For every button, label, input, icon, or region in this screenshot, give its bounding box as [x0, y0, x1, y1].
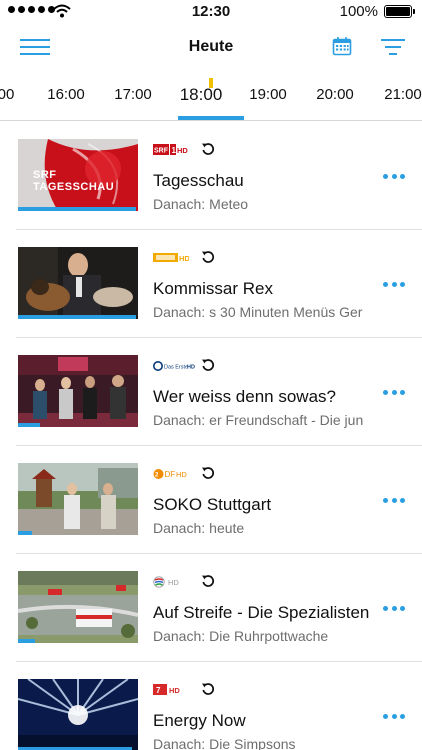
channel-logo: Das Erste HD [153, 359, 197, 373]
channel-logo: 2 DF HD [153, 467, 189, 481]
program-title: Auf Streife - Die Spezialisten [153, 603, 370, 622]
replay-icon [202, 575, 215, 587]
next-program: Danach: er Freundschaft - Die jun [153, 412, 364, 428]
svg-text:HD: HD [177, 146, 188, 155]
time-tick[interactable]: 21:00 [384, 86, 422, 103]
program-title: Tagesschau [153, 171, 244, 190]
program-title: Kommissar Rex [153, 279, 273, 298]
time-tick[interactable]: 19:00 [249, 86, 287, 103]
program-thumbnail: SRF TAGESSCHAU [18, 139, 138, 211]
program-thumbnail [18, 571, 138, 643]
next-program: Danach: heute [153, 520, 245, 536]
program-thumbnail [18, 463, 138, 535]
program-thumbnail [18, 355, 138, 427]
progress-bar [18, 207, 136, 211]
program-row[interactable]: HD Auf Streife - Die Spezialisten Danach… [0, 554, 422, 662]
active-time-underline [178, 116, 244, 120]
program-thumbnail [18, 679, 138, 750]
progress-bar [18, 315, 136, 319]
svg-text:1: 1 [172, 146, 177, 155]
svg-text:DF: DF [165, 470, 176, 479]
next-program: Danach: Meteo [153, 196, 249, 212]
svg-text:7: 7 [156, 686, 161, 695]
svg-text:Das Erste: Das Erste [164, 365, 188, 371]
svg-text:HD: HD [179, 254, 189, 263]
next-program: Danach: s 30 Minuten Menüs Ger [153, 304, 363, 320]
more-options-icon[interactable] [383, 606, 405, 612]
battery-percent: 100% [339, 3, 378, 20]
program-row[interactable]: Das Erste HD Wer weiss denn sowas? Danac… [0, 338, 422, 446]
more-options-icon[interactable] [383, 282, 405, 288]
more-options-icon[interactable] [383, 714, 405, 720]
replay-icon [202, 143, 215, 155]
channel-logo: SRF 1 HD [153, 143, 189, 157]
program-row[interactable]: HD Kommissar Rex Danach: s 30 Minuten Men… [0, 230, 422, 338]
time-tick[interactable]: 20:00 [316, 86, 354, 103]
channel-logo: 7 HD [153, 683, 189, 697]
program-row[interactable]: 7 HD Energy Now Danach: Die Simpsons [0, 662, 422, 750]
status-bar: 12:30 100% [0, 0, 422, 24]
progress-bar [18, 639, 35, 643]
svg-text:HD: HD [168, 578, 179, 587]
calendar-icon[interactable] [332, 36, 352, 56]
battery-icon [384, 5, 415, 18]
program-title: Energy Now [153, 711, 246, 730]
next-program: Danach: Die Ruhrpottwache [153, 628, 329, 644]
time-tick[interactable]: 16:00 [47, 86, 85, 103]
svg-text:SRF: SRF [154, 148, 169, 155]
svg-text:HD: HD [176, 470, 187, 479]
next-program: Danach: Die Simpsons [153, 736, 296, 750]
time-tick[interactable]: 00 [0, 86, 14, 103]
thumbnail-caption: SRF TAGESSCHAU [33, 169, 115, 193]
more-options-icon[interactable] [383, 174, 405, 180]
program-row[interactable]: SRF TAGESSCHAU SRF 1 HD Tagesschau Danac… [0, 122, 422, 230]
svg-text:HD: HD [187, 365, 195, 371]
program-title: SOKO Stuttgart [153, 495, 272, 514]
nav-bar: Heute [0, 24, 422, 72]
time-tick[interactable]: 17:00 [114, 86, 152, 103]
progress-bar [18, 531, 33, 535]
time-ruler[interactable]: 00 16:00 17:00 18:00 19:00 20:00 21:00 [0, 72, 422, 121]
more-options-icon[interactable] [383, 498, 405, 504]
channel-logo: HD [153, 575, 189, 589]
program-title: Wer weiss denn sowas? [153, 387, 336, 406]
page-title: Heute [188, 38, 234, 55]
progress-bar [18, 423, 40, 427]
program-thumbnail [18, 247, 138, 319]
replay-icon [202, 251, 215, 263]
replay-icon [202, 359, 215, 371]
more-options-icon[interactable] [383, 390, 405, 396]
channel-logo: HD [153, 251, 189, 265]
svg-text:HD: HD [169, 686, 180, 695]
program-row[interactable]: 2 DF HD SOKO Stuttgart Danach: heute [0, 446, 422, 554]
filter-icon[interactable] [380, 39, 406, 57]
replay-icon [202, 683, 215, 695]
replay-icon [202, 467, 215, 479]
time-tick-active[interactable]: 18:00 [180, 85, 223, 105]
